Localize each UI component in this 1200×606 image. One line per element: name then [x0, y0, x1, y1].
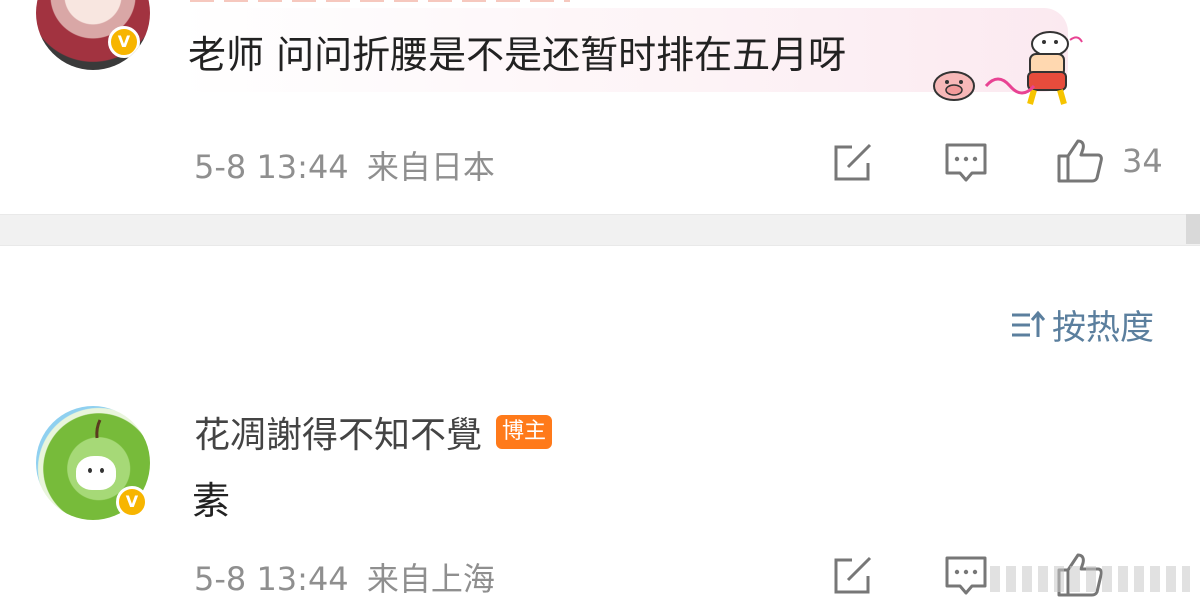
comment-bubble-icon[interactable] — [944, 555, 988, 597]
sort-by-hot-button[interactable]: 按热度 — [1010, 300, 1154, 349]
sticker-icon — [933, 31, 1083, 105]
watermark — [990, 566, 1190, 592]
share-square-icon[interactable] — [832, 556, 874, 596]
comment-bubble-icon[interactable] — [944, 142, 988, 184]
like-count: 34 — [1122, 142, 1163, 180]
comment-location: 来自日本 — [366, 148, 495, 186]
thumbs-up-icon[interactable] — [1056, 138, 1104, 184]
apple-stem-icon — [95, 419, 102, 439]
comment-timestamp: 5-8 13:44 — [194, 560, 349, 598]
comment-location: 来自上海 — [366, 560, 495, 598]
blogger-badge: 博主 — [496, 415, 553, 449]
scrollbar[interactable] — [1186, 214, 1200, 244]
share-square-icon[interactable] — [832, 143, 874, 183]
sort-icon — [1012, 310, 1046, 337]
sort-label: 按热度 — [1052, 308, 1154, 348]
section-divider — [0, 214, 1200, 246]
verified-badge: V — [116, 486, 148, 518]
commenter-name-partial — [190, 0, 570, 2]
author-name[interactable]: 花凋謝得不知不覺 — [194, 406, 482, 458]
comment-text: 老师 问问折腰是不是还暂时排在五月呀 — [188, 33, 847, 77]
comment-timestamp: 5-8 13:44 — [194, 148, 349, 186]
avatar-face — [76, 456, 116, 490]
comment-text: 素 — [192, 479, 231, 523]
verified-badge: V — [108, 26, 140, 58]
commenter-avatar[interactable]: V — [36, 0, 150, 70]
